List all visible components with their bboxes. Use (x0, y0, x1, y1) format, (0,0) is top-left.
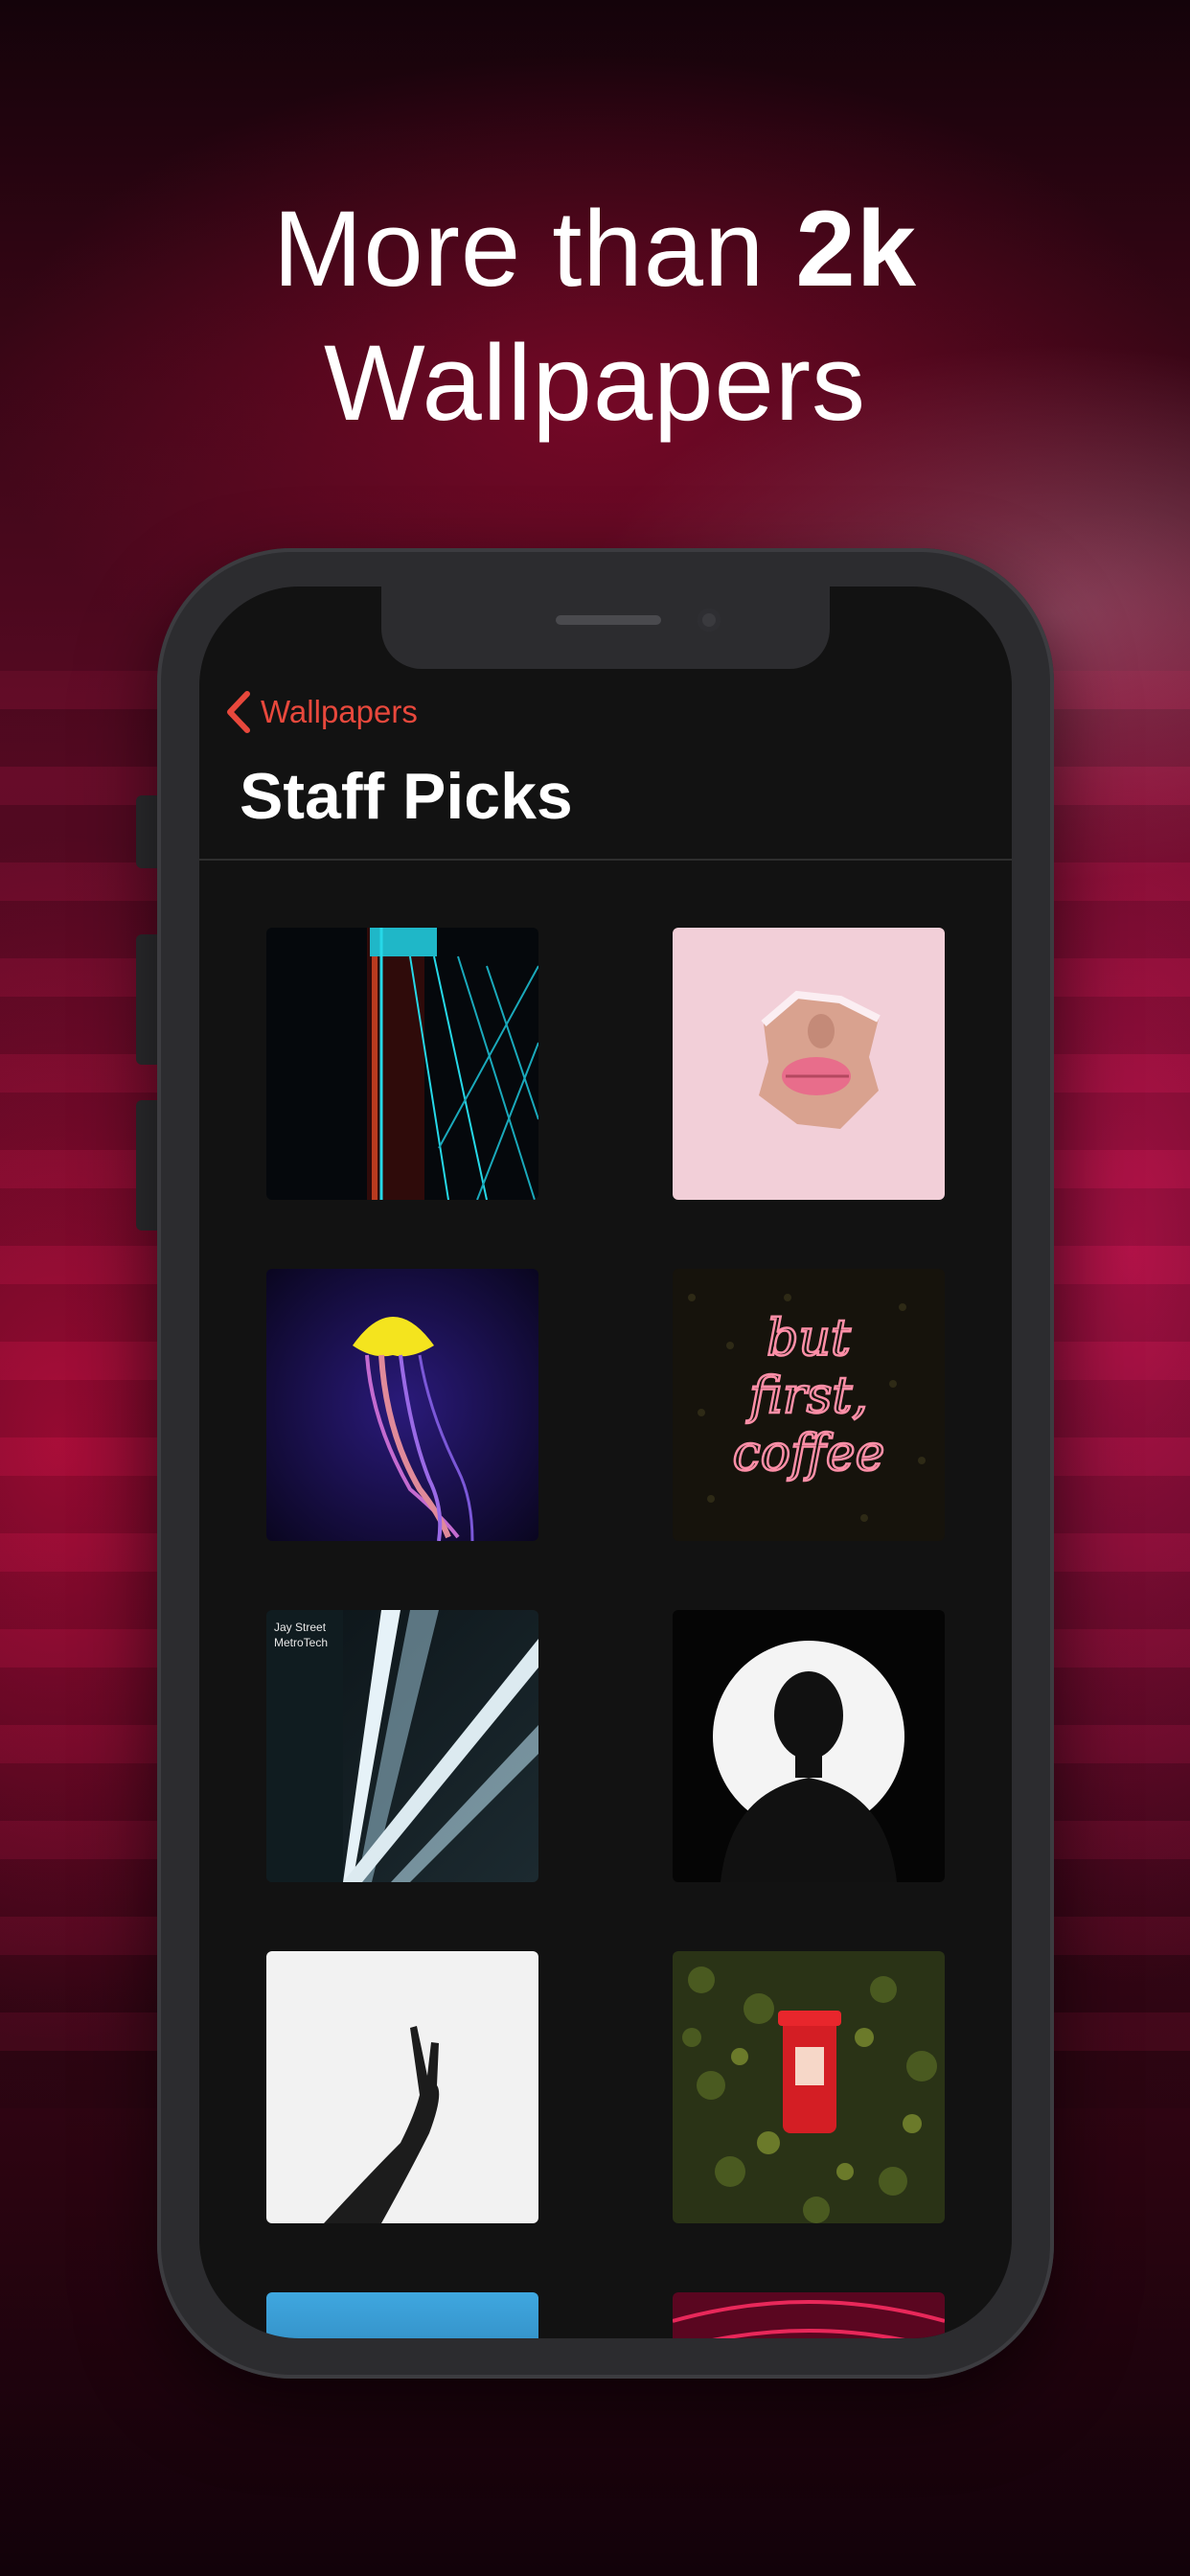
pink-lips-wallpaper[interactable] (673, 928, 945, 1200)
notch (381, 586, 830, 669)
headline-prefix: More than (273, 189, 796, 309)
red-tunnel-wallpaper[interactable] (673, 2292, 945, 2338)
camera-icon (698, 609, 721, 632)
svg-text:coffee: coffee (733, 1425, 885, 1483)
svg-text:Jay Street: Jay Street (274, 1621, 327, 1634)
mailbox-wallpaper[interactable] (673, 1951, 945, 2223)
hand-silhouette-wallpaper[interactable] (266, 1951, 538, 2223)
page-title: Staff Picks (240, 760, 573, 833)
silhouette-wallpaper[interactable] (673, 1610, 945, 1882)
neon-lines-wallpaper[interactable] (266, 928, 538, 1200)
svg-text:first,: first, (745, 1368, 868, 1425)
svg-text:but: but (767, 1310, 851, 1368)
headline: More than 2k Wallpapers (0, 182, 1190, 450)
phone-screen: Wallpapers Staff Picks but first, coffee… (199, 586, 1012, 2338)
speaker-grille (556, 615, 661, 625)
back-button-label: Wallpapers (261, 694, 418, 729)
jellyfish-wallpaper[interactable] (266, 1269, 538, 1541)
nav-divider (199, 859, 1012, 861)
subway-station-wallpaper[interactable]: Jay Street MetroTech (266, 1610, 538, 1882)
neon-sign-wallpaper[interactable]: but first, coffee (673, 1269, 945, 1541)
headline-line-2: Wallpapers (323, 323, 867, 443)
chevron-left-icon (227, 691, 250, 733)
blue-gradient-wallpaper[interactable] (266, 2292, 538, 2338)
headline-highlight: 2k (795, 189, 917, 309)
back-button[interactable]: Wallpapers (224, 690, 418, 734)
headline-line-1: More than 2k (0, 182, 1190, 316)
svg-text:MetroTech: MetroTech (274, 1636, 328, 1649)
